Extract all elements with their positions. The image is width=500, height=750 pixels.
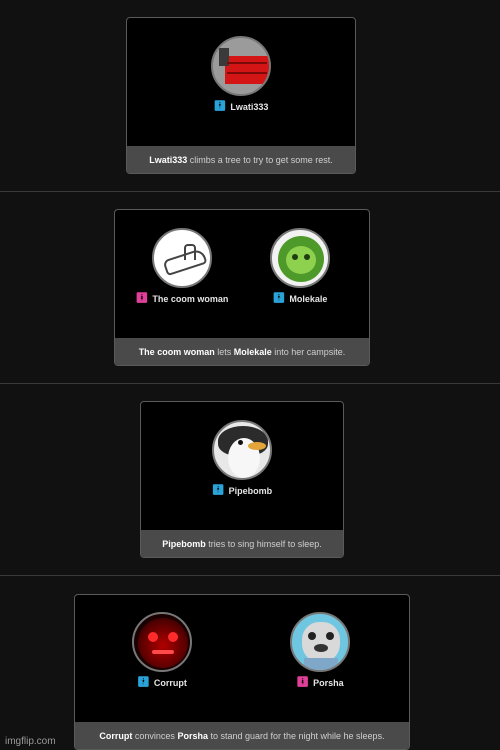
section-divider (0, 191, 500, 192)
tribute: 🚹︎ Molekale (240, 228, 360, 304)
caption-tribute-name: Molekale (233, 346, 272, 357)
caption-text: into her campsite. (271, 346, 346, 357)
tribute: 🚺︎ The coom woman (122, 228, 242, 304)
tribute-name: Molekale (289, 294, 328, 304)
watermark: imgflip.com (5, 736, 56, 747)
green-creature-avatar (270, 228, 330, 288)
tribute-name: Lwati333 (230, 102, 269, 112)
dog-avatar (290, 612, 350, 672)
caption-tribute-name: Pipebomb (162, 538, 206, 549)
tribute-name: Porsha (313, 678, 344, 688)
tribute: 🚹︎ Pipebomb (182, 420, 302, 496)
caption-text: tries to sing himself to sleep. (205, 538, 322, 549)
tribute-name: The coom woman (152, 294, 229, 304)
red-dark-face-avatar (132, 612, 192, 672)
male-icon: 🚹︎ (213, 101, 227, 112)
male-icon: 🚹︎ (137, 677, 150, 688)
tribute: 🚹︎ Lwati333 (181, 36, 301, 112)
male-icon: 🚹︎ (211, 485, 225, 496)
caption-tribute-name: Corrupt (99, 730, 133, 741)
section-divider (0, 383, 500, 384)
caption-tribute-name: Lwati333 (149, 154, 188, 165)
event-card: 🚹︎ Lwati333 Lwati333 climbs a tree to tr… (126, 17, 356, 174)
event-caption: The coom woman lets Molekale into her ca… (115, 338, 369, 365)
caption-tribute-name: The coom woman (138, 346, 215, 357)
tribute: 🚹︎ Corrupt (102, 612, 222, 688)
event-caption: Corrupt convinces Porsha to stand guard … (75, 722, 409, 749)
tribute-name: Corrupt (153, 678, 187, 688)
tribute-name: Pipebomb (228, 486, 273, 496)
male-icon: 🚹︎ (272, 293, 286, 304)
caption-text: convinces (132, 730, 178, 741)
section-divider (0, 575, 500, 576)
hand-gesture-avatar (152, 228, 212, 288)
event-card: 🚹︎ Corrupt 🚺︎ Porsha Corrupt convinces P… (74, 594, 410, 750)
event-caption: Lwati333 climbs a tree to try to get som… (127, 146, 355, 173)
caption-text: to stand guard for the night while he sl… (207, 730, 385, 741)
caption-text: lets (214, 346, 234, 357)
female-icon: 🚺︎ (135, 293, 149, 304)
caption-tribute-name: Porsha (177, 730, 208, 741)
caption-text: climbs a tree to try to get some rest. (187, 154, 333, 165)
penguin-avatar (212, 420, 272, 480)
red-train-avatar (211, 36, 271, 96)
female-icon: 🚺︎ (296, 677, 310, 688)
event-caption: Pipebomb tries to sing himself to sleep. (141, 530, 343, 557)
event-card: 🚹︎ Pipebomb Pipebomb tries to sing himse… (140, 401, 344, 558)
tribute: 🚺︎ Porsha (260, 612, 380, 688)
event-card: 🚺︎ The coom woman 🚹︎ Molekale The coom w… (114, 209, 370, 366)
